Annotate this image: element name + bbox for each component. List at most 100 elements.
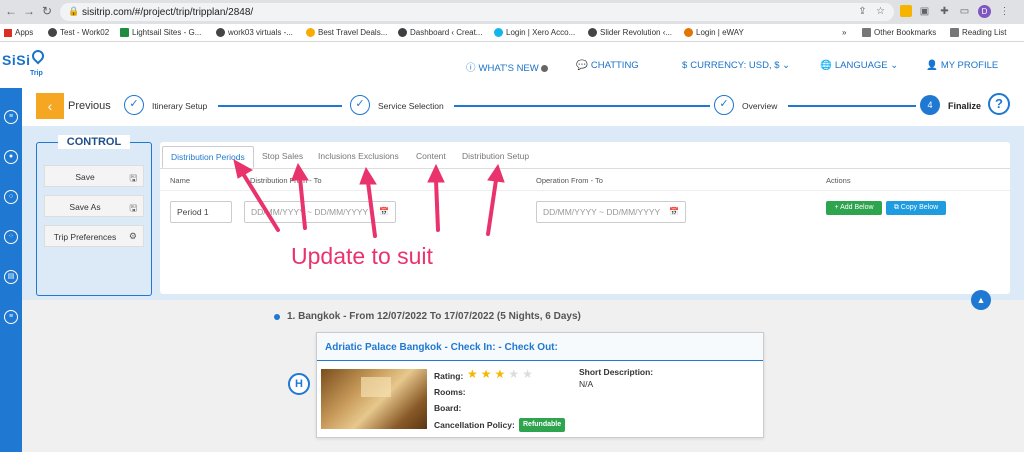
puzzle-icon[interactable]: ✚ <box>938 5 951 18</box>
star-empty-icon: ★ <box>508 367 523 381</box>
lock-icon: 🔒 <box>68 6 80 16</box>
wordpress-icon <box>398 28 407 38</box>
globe-icon[interactable]: ○ <box>4 190 18 204</box>
currency-dropdown[interactable]: $ CURRENCY: USD, $ ⌄ <box>682 60 790 71</box>
step-check-icon[interactable]: ✓ <box>350 95 370 115</box>
distribution-date-range-input[interactable]: DD/MM/YYYY ~ DD/MM/YYYY 📅 <box>244 201 396 223</box>
tab-content[interactable]: Content <box>408 146 454 168</box>
add-below-button[interactable]: + Add Below <box>826 201 882 215</box>
tab-distribution-setup[interactable]: Distribution Setup <box>454 146 537 168</box>
help-icon[interactable]: ? <box>988 93 1010 115</box>
star-empty-icon: ★ <box>522 367 536 381</box>
bookmark-item[interactable]: Login | Xero Acco... <box>494 27 575 39</box>
save-as-button[interactable]: Save As 🖫 <box>44 195 144 217</box>
previous-button[interactable]: ‹ <box>36 93 64 119</box>
user-icon[interactable]: ● <box>4 150 18 164</box>
tab-distribution-periods[interactable]: Distribution Periods <box>162 146 254 168</box>
more-bookmarks[interactable]: » <box>842 27 846 39</box>
floppy-disk-icon: 🖫 <box>129 173 137 183</box>
extension-icon[interactable]: ▣ <box>918 5 931 18</box>
forward-icon[interactable]: → <box>22 4 36 18</box>
operation-date-range-input[interactable]: DD/MM/YYYY ~ DD/MM/YYYY 📅 <box>536 201 686 223</box>
bookmark-item[interactable]: Best Travel Deals... <box>306 27 387 39</box>
calendar-icon[interactable]: ▤ <box>4 270 18 284</box>
period-name-input[interactable]: Period 1 <box>170 201 232 223</box>
kebab-menu-icon[interactable]: ⋮ <box>998 5 1011 18</box>
hotel-name[interactable]: Adriatic Palace Bangkok - Check In: - Ch… <box>325 342 558 353</box>
extension-icon[interactable] <box>900 5 912 17</box>
globe-icon <box>216 28 225 38</box>
sheets-icon <box>120 28 129 38</box>
layers-icon[interactable]: ≡ <box>4 110 18 124</box>
tab-stop-sales[interactable]: Stop Sales <box>254 146 311 168</box>
gear-icon: ⚙ <box>128 231 137 241</box>
share-icon[interactable]: ⇪ <box>856 5 869 18</box>
profile-avatar[interactable]: D <box>978 5 991 18</box>
xero-icon <box>494 28 503 38</box>
board-label: Board: <box>434 403 462 413</box>
itinerary-bullet <box>274 314 280 320</box>
bookmark-item[interactable]: Login | eWAY <box>684 27 744 39</box>
short-description-label: Short Description: <box>579 367 654 377</box>
save-button[interactable]: Save 🖫 <box>44 165 144 187</box>
settings-sliders-icon[interactable]: ≡ <box>4 310 18 324</box>
copy-below-button[interactable]: ⧉ Copy Below <box>886 201 946 215</box>
col-header-name: Name <box>170 176 191 185</box>
step-connector <box>218 105 342 107</box>
chevron-left-icon: ‹ <box>47 98 53 114</box>
step-check-icon[interactable]: ✓ <box>714 95 734 115</box>
tab-inclusions-exclusions[interactable]: Inclusions Exclusions <box>310 146 407 168</box>
step-connector <box>454 105 710 107</box>
bookmark-item[interactable]: Test - Work02 <box>48 27 109 39</box>
profile-dropdown[interactable]: 👤 MY PROFILE <box>926 60 998 71</box>
col-header-distribution: Distribution From - To <box>250 176 322 185</box>
save-as-label: Save As <box>69 202 101 212</box>
dollar-icon: $ <box>682 60 688 71</box>
step-finalize[interactable]: Finalize <box>948 101 981 111</box>
bookmark-item[interactable]: work03 virtuals -... <box>216 27 293 39</box>
reload-icon[interactable]: ↻ <box>40 4 54 18</box>
step-connector <box>788 105 916 107</box>
globe-icon <box>588 28 597 38</box>
left-sidebar: ≡ ● ○ ⁘ ▤ ≡ <box>0 88 22 452</box>
apps-grid-icon <box>4 28 12 37</box>
step-service-selection[interactable]: Service Selection <box>378 101 444 111</box>
bookmark-star-icon[interactable]: ☆ <box>874 5 887 18</box>
bookmark-item[interactable]: Lightsail Sites - G... <box>120 27 201 39</box>
address-bar[interactable]: 🔒 sisitrip.com/#/project/trip/tripplan/2… <box>60 3 894 21</box>
eway-icon <box>684 28 693 38</box>
bookmark-item[interactable]: Dashboard ‹ Creat... <box>398 27 482 39</box>
cast-icon[interactable]: ▭ <box>958 5 971 18</box>
hotel-card: Adriatic Palace Bangkok - Check In: - Ch… <box>316 332 764 438</box>
rating-label: Rating: <box>434 371 464 381</box>
chatting-link[interactable]: 💬 CHATTING <box>576 60 639 71</box>
other-bookmarks[interactable]: Other Bookmarks <box>862 27 936 39</box>
step-itinerary-setup[interactable]: Itinerary Setup <box>152 101 207 111</box>
scroll-up-button[interactable]: ▲ <box>971 290 991 310</box>
language-dropdown[interactable]: 🌐 LANGUAGE ⌄ <box>820 60 898 71</box>
previous-label[interactable]: Previous <box>68 100 111 112</box>
chat-icon: 💬 <box>576 60 588 71</box>
control-title: CONTROL <box>58 135 130 149</box>
trip-preferences-label: Trip Preferences <box>53 232 117 242</box>
rating-stars: ★★★★★ <box>467 367 536 381</box>
bookmark-item[interactable]: Slider Revolution ‹... <box>588 27 672 39</box>
rooms-label: Rooms: <box>434 387 466 397</box>
logo[interactable]: SiSi <box>2 52 30 68</box>
itinerary-title: 1. Bangkok - From 12/07/2022 To 17/07/20… <box>287 311 581 322</box>
copy-icon: ⧉ <box>893 204 901 211</box>
refundable-badge: Refundable <box>519 418 566 432</box>
step-overview[interactable]: Overview <box>742 101 777 111</box>
bookmark-apps[interactable]: Apps <box>4 27 33 39</box>
step-current-number[interactable]: 4 <box>920 95 940 115</box>
url-text: sisitrip.com/#/project/trip/tripplan/284… <box>82 7 254 18</box>
grid-icon[interactable]: ⁘ <box>4 230 18 244</box>
whats-new-link[interactable]: ⓘ WHAT'S NEW <box>466 60 548 74</box>
trip-preferences-button[interactable]: Trip Preferences ⚙ <box>44 225 144 247</box>
chevron-down-icon: ⌄ <box>782 60 791 71</box>
logo-subtitle: Trip <box>30 70 43 77</box>
step-check-icon[interactable]: ✓ <box>124 95 144 115</box>
reading-list-icon <box>950 28 959 38</box>
back-icon[interactable]: ← <box>4 4 18 18</box>
reading-list[interactable]: Reading List <box>950 27 1006 39</box>
